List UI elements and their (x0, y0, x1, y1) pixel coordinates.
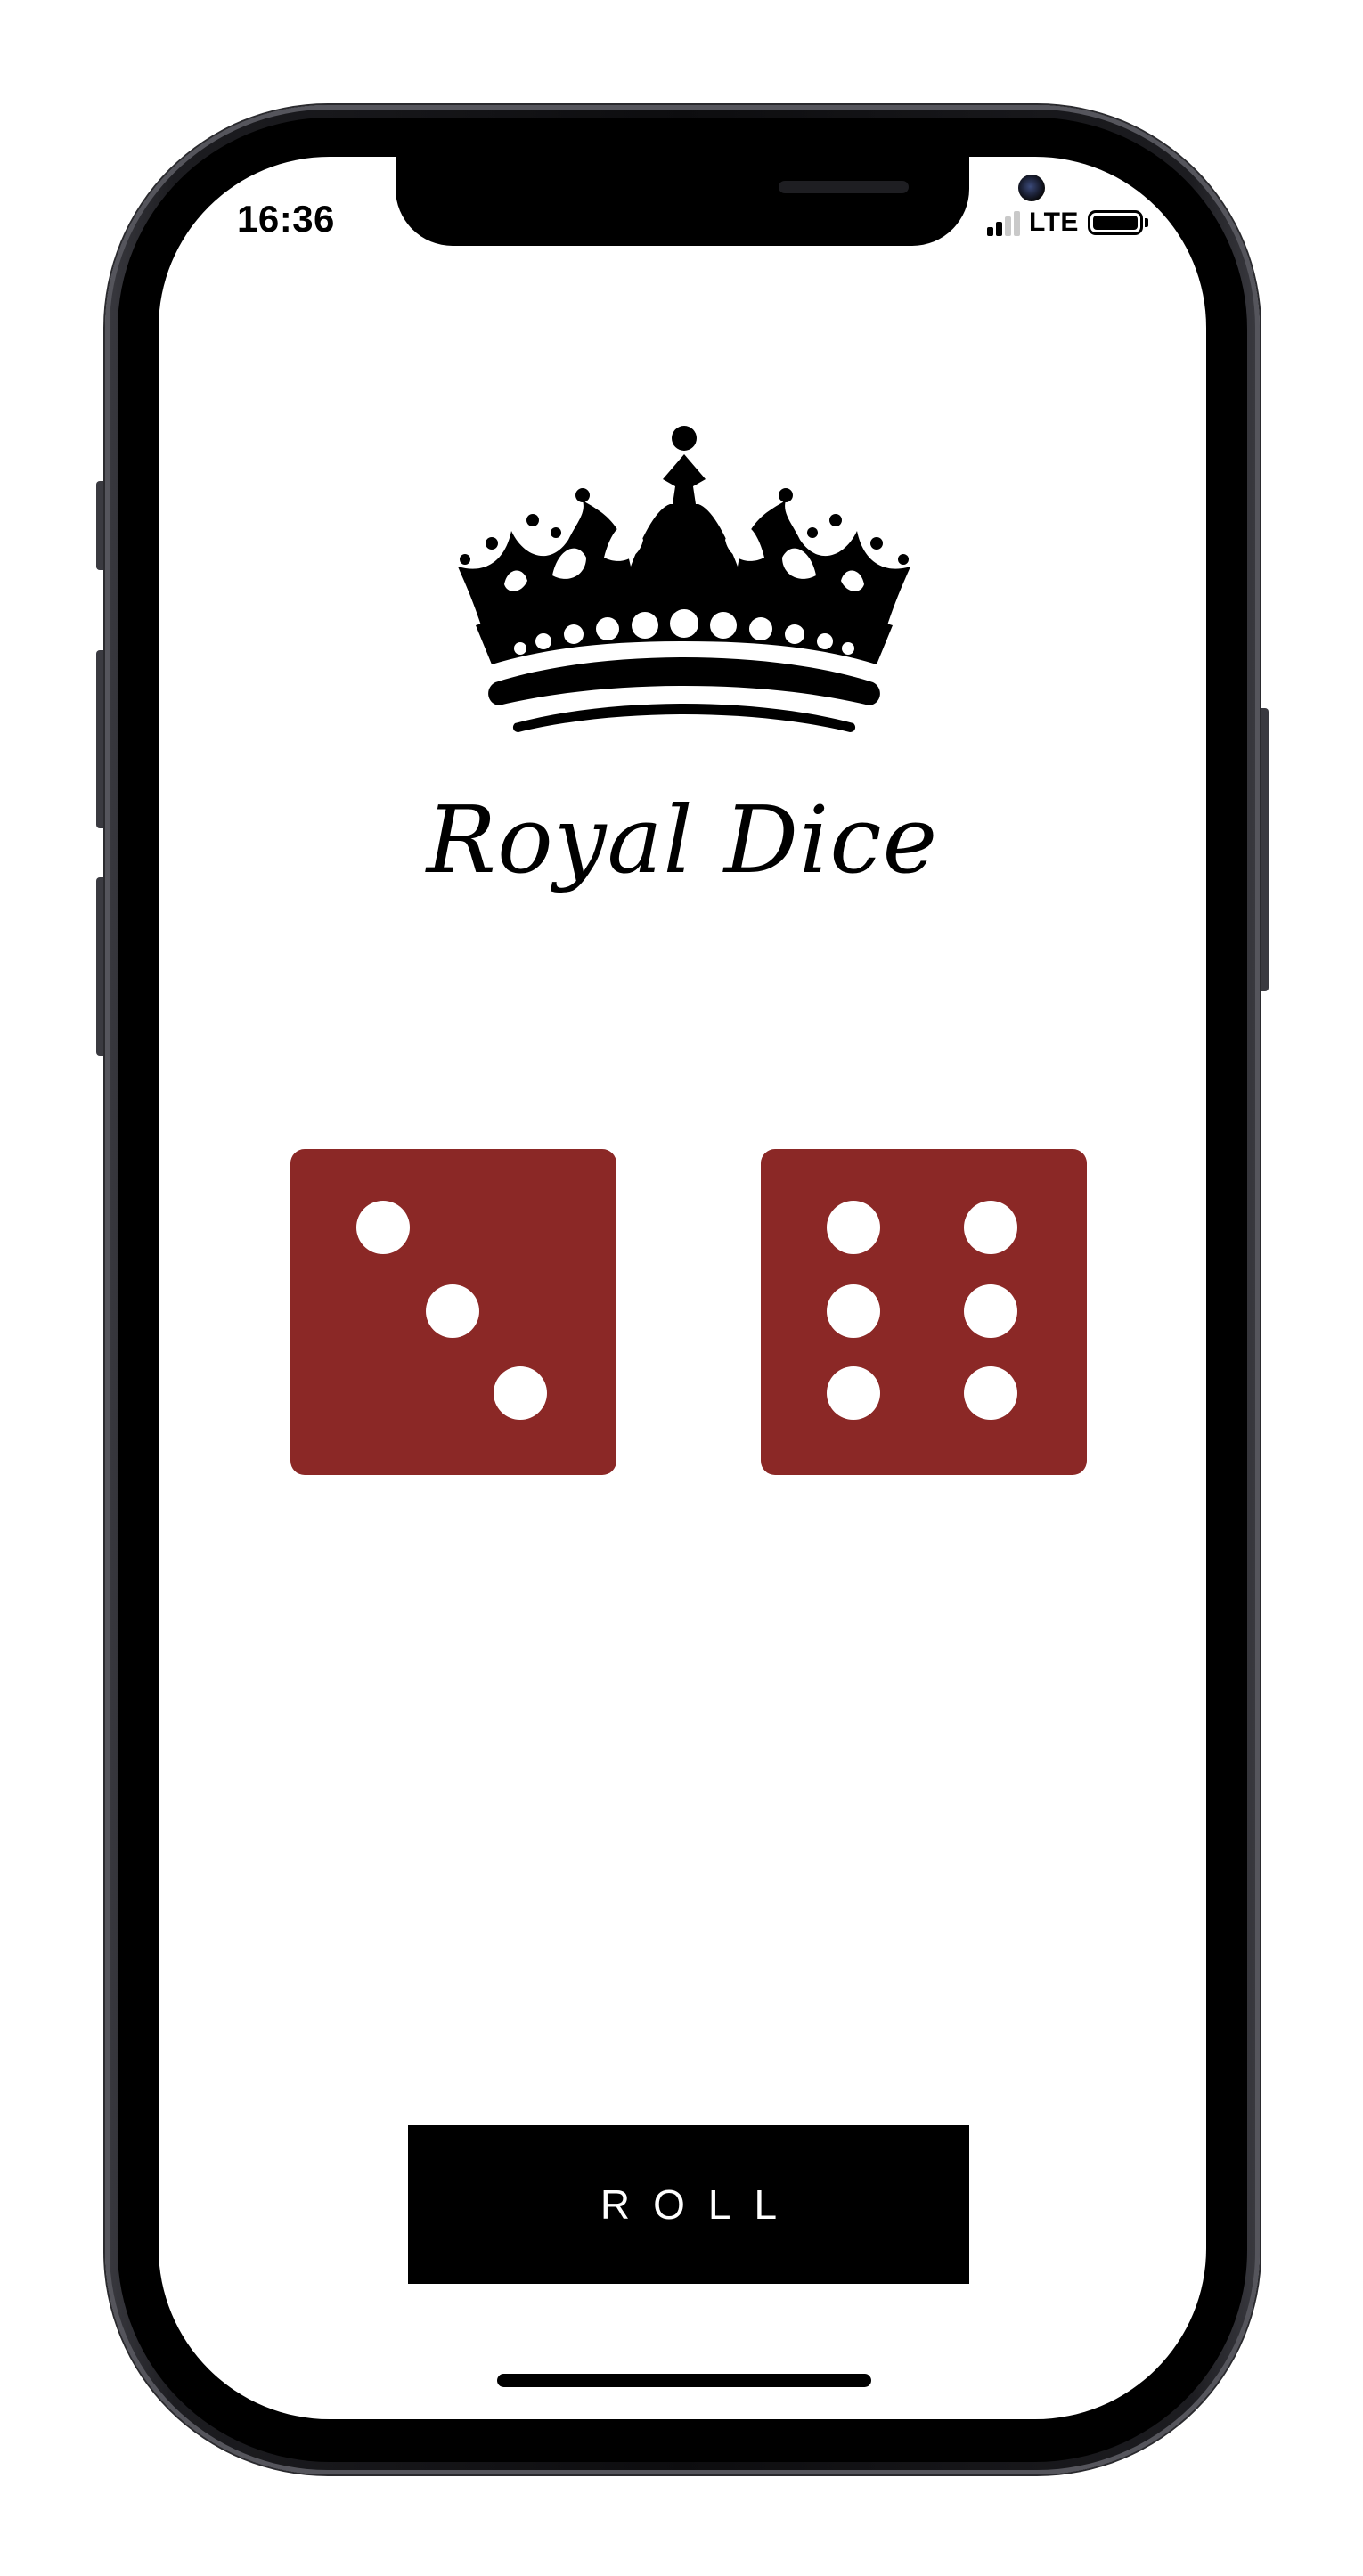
die-left (290, 1149, 616, 1475)
die-pip (827, 1366, 880, 1420)
die-pip (964, 1366, 1017, 1420)
earpiece-speaker (779, 181, 909, 193)
home-indicator[interactable] (497, 2374, 871, 2387)
die-pip (827, 1201, 880, 1254)
die-pip (964, 1201, 1017, 1254)
die-pip (827, 1284, 880, 1338)
die-pip (356, 1201, 410, 1254)
signal-strength-icon (987, 209, 1020, 236)
notch (396, 157, 1045, 246)
die-pip (964, 1284, 1017, 1338)
front-camera (1018, 175, 1045, 201)
die-pip (426, 1284, 479, 1338)
crown-icon (458, 426, 910, 732)
app-title: Royal Dice (426, 786, 939, 894)
die-pip (494, 1366, 547, 1420)
die-right (761, 1149, 1087, 1475)
status-time: 16:36 (237, 198, 335, 240)
roll-button[interactable]: ROLL (408, 2125, 969, 2284)
battery-icon (1087, 210, 1143, 235)
network-type: LTE (1029, 208, 1079, 237)
status-indicators: LTE (987, 205, 1148, 240)
app-screen: 16:36 LTE Royal Dice ROLL (159, 157, 1206, 2419)
